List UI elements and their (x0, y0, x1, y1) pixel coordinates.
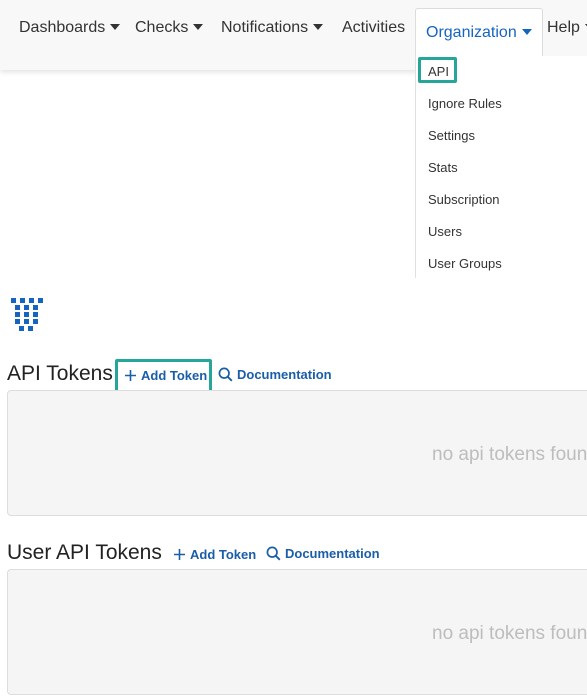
logo-icon (11, 298, 43, 331)
api-tokens-title: API Tokens (7, 362, 113, 385)
dropdown-item-ignore-rules[interactable]: Ignore Rules (428, 96, 502, 111)
nav-help-label: Help (547, 19, 580, 36)
api-tokens-panel: no api tokens found (7, 390, 587, 516)
nav-help[interactable]: Help (547, 0, 587, 56)
user-api-tokens-title: User API Tokens (7, 541, 162, 564)
nav-checks-label: Checks (135, 19, 189, 36)
nav-notifications-label: Notifications (221, 19, 309, 36)
dropdown-item-subscription[interactable]: Subscription (428, 192, 500, 207)
caret-down-icon (313, 24, 324, 30)
nav-activities[interactable]: Activities (342, 0, 405, 56)
magnifier-icon (266, 546, 281, 561)
dropdown-item-settings[interactable]: Settings (428, 128, 475, 143)
add-user-token-label: Add Token (190, 547, 257, 562)
documentation-link[interactable]: Documentation (218, 367, 332, 382)
api-item-highlight (418, 57, 457, 83)
add-user-token-button[interactable]: Add Token (173, 547, 256, 562)
add-token-highlight (115, 359, 212, 393)
plus-icon (173, 548, 186, 561)
user-documentation-link[interactable]: Documentation (266, 546, 380, 561)
nav-checks[interactable]: Checks (135, 0, 204, 56)
nav-activities-label: Activities (342, 19, 406, 36)
dropdown-item-stats[interactable]: Stats (428, 160, 458, 175)
nav-organization-label: Organization (426, 24, 517, 41)
caret-down-icon (110, 24, 121, 30)
caret-down-icon (193, 24, 204, 30)
magnifier-icon (218, 367, 233, 382)
user-api-tokens-panel: no api tokens found (7, 569, 587, 695)
dropdown-item-users[interactable]: Users (428, 224, 462, 239)
nav-notifications[interactable]: Notifications (221, 0, 324, 56)
nav-dashboards[interactable]: Dashboards (19, 0, 121, 56)
organization-dropdown: API Ignore Rules Settings Stats Subscrip… (415, 56, 587, 278)
nav-dashboards-label: Dashboards (19, 19, 106, 36)
user-documentation-label: Documentation (285, 546, 380, 561)
caret-down-icon (521, 29, 532, 35)
documentation-label: Documentation (237, 367, 332, 382)
user-api-tokens-empty-message: no api tokens found (432, 623, 587, 644)
dropdown-item-user-groups[interactable]: User Groups (428, 256, 502, 271)
api-tokens-empty-message: no api tokens found (432, 444, 587, 465)
nav-organization[interactable]: Organization (415, 8, 543, 57)
